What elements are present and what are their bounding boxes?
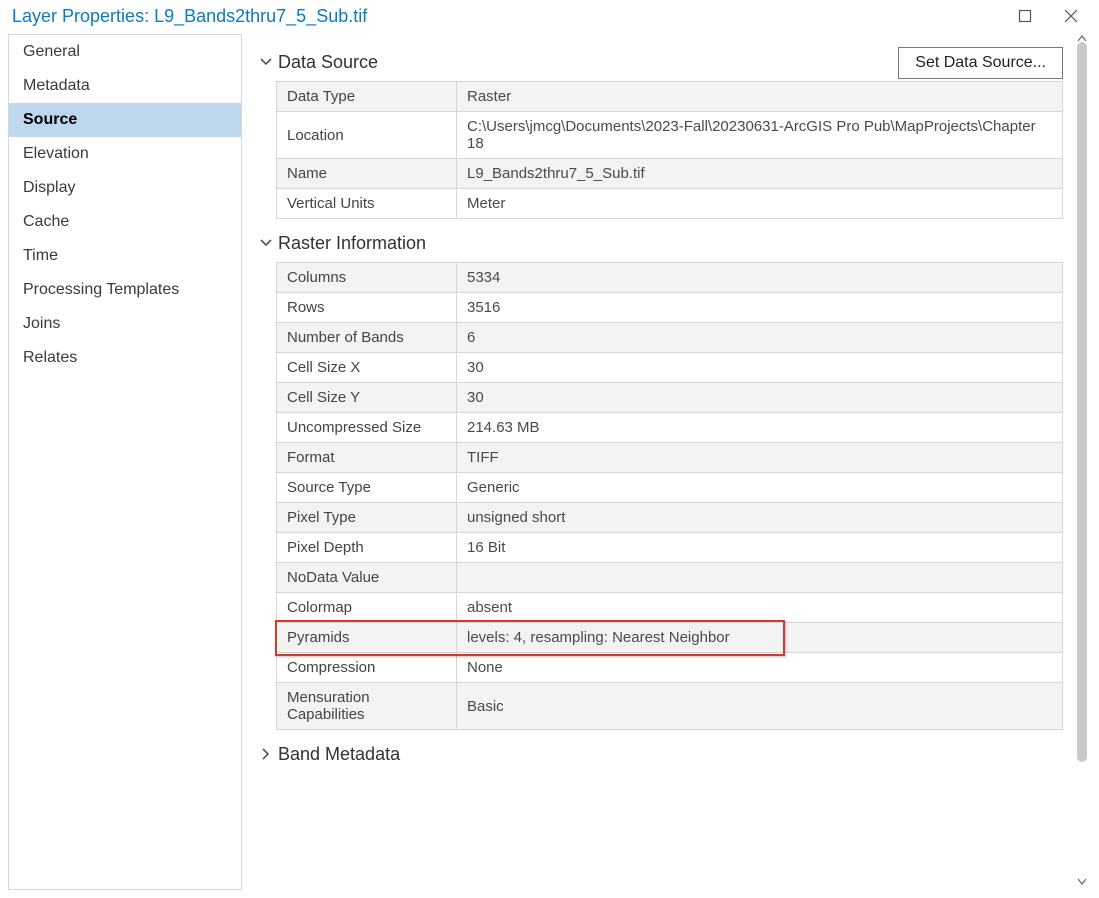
name-key: Name (277, 159, 457, 189)
sidebar-item-cache[interactable]: Cache (9, 205, 241, 239)
table-row: Pyramidslevels: 4, resampling: Nearest N… (277, 623, 1063, 653)
sidebar-item-source[interactable]: Source (9, 103, 241, 137)
table-row: Mensuration CapabilitiesBasic (277, 683, 1063, 730)
sidebar-item-elevation[interactable]: Elevation (9, 137, 241, 171)
table-row: Pixel Depth16 Bit (277, 533, 1063, 563)
sidebar-item-processing-templates[interactable]: Processing Templates (9, 273, 241, 307)
table-row: Colormapabsent (277, 593, 1063, 623)
raster-info-table: Columns5334 Rows3516 Number of Bands6 Ce… (276, 262, 1063, 730)
window-title: Layer Properties: L9_Bands2thru7_5_Sub.t… (12, 6, 1011, 27)
section-toggle-raster-info[interactable]: Raster Information (260, 233, 1063, 254)
section-toggle-band-metadata[interactable]: Band Metadata (260, 744, 1063, 765)
location-key: Location (277, 112, 457, 159)
title-bar: Layer Properties: L9_Bands2thru7_5_Sub.t… (0, 0, 1099, 32)
table-row: Uncompressed Size214.63 MB (277, 413, 1063, 443)
sidebar: General Metadata Source Elevation Displa… (8, 34, 242, 890)
data-source-table: Data TypeRaster LocationC:\Users\jmcg\Do… (276, 81, 1063, 219)
section-title: Band Metadata (278, 744, 400, 765)
section-title: Raster Information (278, 233, 426, 254)
table-row: Pixel Typeunsigned short (277, 503, 1063, 533)
table-row: Rows3516 (277, 293, 1063, 323)
table-row: Number of Bands6 (277, 323, 1063, 353)
table-row: Cell Size Y30 (277, 383, 1063, 413)
scroll-down-arrow[interactable] (1077, 874, 1087, 888)
sidebar-item-relates[interactable]: Relates (9, 341, 241, 375)
chevron-right-icon (260, 744, 278, 765)
vertical-units-key: Vertical Units (277, 189, 457, 219)
sidebar-item-time[interactable]: Time (9, 239, 241, 273)
vertical-units-value: Meter (457, 189, 1063, 219)
sidebar-item-metadata[interactable]: Metadata (9, 69, 241, 103)
table-row: CompressionNone (277, 653, 1063, 683)
window-controls (1011, 2, 1099, 30)
table-row: Data TypeRaster (277, 82, 1063, 112)
table-row: Cell Size X30 (277, 353, 1063, 383)
scrollbar[interactable] (1077, 42, 1087, 762)
chevron-down-icon (260, 52, 278, 73)
content-area: Data Source Set Data Source... Data Type… (242, 34, 1091, 890)
data-type-key: Data Type (277, 82, 457, 112)
chevron-down-icon (260, 233, 278, 254)
sidebar-item-joins[interactable]: Joins (9, 307, 241, 341)
sidebar-item-general[interactable]: General (9, 35, 241, 69)
table-row: Source TypeGeneric (277, 473, 1063, 503)
set-data-source-button[interactable]: Set Data Source... (898, 47, 1063, 79)
table-row: Vertical UnitsMeter (277, 189, 1063, 219)
maximize-button[interactable] (1011, 2, 1039, 30)
table-row: NoData Value (277, 563, 1063, 593)
name-value: L9_Bands2thru7_5_Sub.tif (457, 159, 1063, 189)
section-title: Data Source (278, 52, 378, 73)
location-value: C:\Users\jmcg\Documents\2023-Fall\202306… (457, 112, 1063, 159)
data-type-value: Raster (457, 82, 1063, 112)
sidebar-item-display[interactable]: Display (9, 171, 241, 205)
section-toggle-data-source[interactable]: Data Source (260, 52, 378, 73)
table-row: FormatTIFF (277, 443, 1063, 473)
table-row: NameL9_Bands2thru7_5_Sub.tif (277, 159, 1063, 189)
close-icon (1063, 8, 1079, 24)
scroll-up-arrow[interactable] (1077, 34, 1087, 46)
table-row: Columns5334 (277, 263, 1063, 293)
maximize-icon (1018, 9, 1032, 23)
table-row: LocationC:\Users\jmcg\Documents\2023-Fal… (277, 112, 1063, 159)
close-button[interactable] (1057, 2, 1085, 30)
